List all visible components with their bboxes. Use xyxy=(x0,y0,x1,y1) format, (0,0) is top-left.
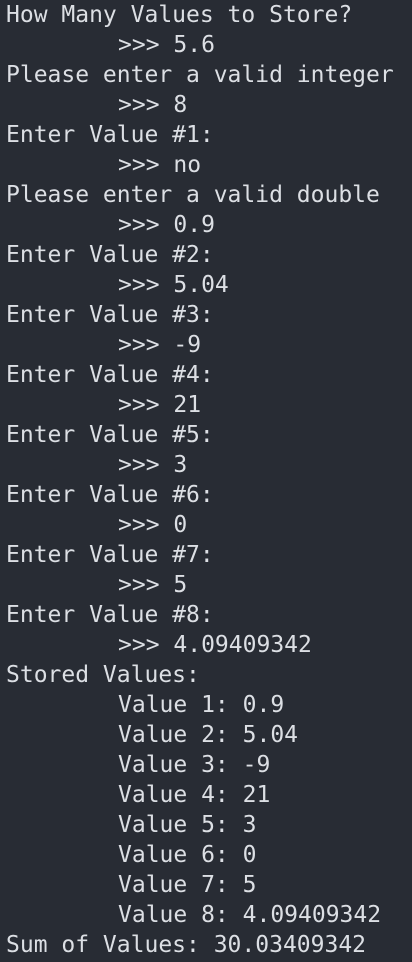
input-echo-line: >>> no xyxy=(0,150,412,180)
input-echo-line: >>> 5.6 xyxy=(0,30,412,60)
output-line: Enter Value #6: xyxy=(6,482,214,508)
input-echo-line: >>> 3 xyxy=(0,450,412,480)
output-line: How Many Values to Store? xyxy=(6,2,353,28)
prompt-marker: >>> xyxy=(118,512,174,538)
input-echo-line: >>> 5.04 xyxy=(0,270,412,300)
output-line: Please enter a valid double xyxy=(6,182,380,208)
user-input-value: 8 xyxy=(173,92,188,118)
prompt-marker: >>> xyxy=(118,212,174,238)
output-line: Enter Value #2: xyxy=(6,242,214,268)
input-echo-line: >>> -9 xyxy=(0,330,412,360)
user-input-value: no xyxy=(173,152,202,178)
stored-value-line: Value 1: 0.9 xyxy=(118,692,285,718)
output-line: Enter Value #7: xyxy=(6,542,214,568)
input-echo-line: >>> 8 xyxy=(0,90,412,120)
stored-value-line: Value 7: 5 xyxy=(118,872,257,898)
user-input-value: 21 xyxy=(173,392,202,418)
stored-value-line: Value 8: 4.09409342 xyxy=(118,902,382,928)
prompt-marker: >>> xyxy=(118,92,174,118)
user-input-value: 4.09409342 xyxy=(173,632,312,658)
input-echo-line: >>> 4.09409342 xyxy=(0,630,412,660)
prompt-marker: >>> xyxy=(118,272,174,298)
prompt-marker: >>> xyxy=(118,632,174,658)
output-line: Sum of Values: 30.03409342 xyxy=(6,932,367,958)
stored-value-line: Value 6: 0 xyxy=(118,842,257,868)
output-line: Enter Value #3: xyxy=(6,302,214,328)
stored-value-line: Value 3: -9 xyxy=(118,752,271,778)
user-input-value: 5.04 xyxy=(173,272,229,298)
input-echo-line: >>> 0 xyxy=(0,510,412,540)
input-echo-line: >>> 21 xyxy=(0,390,412,420)
prompt-marker: >>> xyxy=(118,392,174,418)
prompt-marker: >>> xyxy=(118,452,174,478)
user-input-value: 5.6 xyxy=(173,32,215,58)
output-line: Stored Values: xyxy=(6,662,200,688)
user-input-value: 5 xyxy=(173,572,188,598)
terminal-output[interactable]: How Many Values to Store? >>> 5.6 Please e… xyxy=(0,0,412,962)
user-input-value: 3 xyxy=(173,452,188,478)
output-line: Enter Value #8: xyxy=(6,602,214,628)
user-input-value: 0 xyxy=(173,512,188,538)
stored-value-line: Value 4: 21 xyxy=(118,782,271,808)
user-input-value: 0.9 xyxy=(173,212,215,238)
output-line: Enter Value #5: xyxy=(6,422,214,448)
output-line: Enter Value #1: xyxy=(6,122,214,148)
output-line: Enter Value #4: xyxy=(6,362,214,388)
user-input-value: -9 xyxy=(173,332,202,358)
output-line: Please enter a valid integer xyxy=(6,62,394,88)
stored-value-line: Value 5: 3 xyxy=(118,812,257,838)
prompt-marker: >>> xyxy=(118,32,174,58)
stored-value-line: Value 2: 5.04 xyxy=(118,722,299,748)
input-echo-line: >>> 5 xyxy=(0,570,412,600)
prompt-marker: >>> xyxy=(118,152,174,178)
prompt-marker: >>> xyxy=(118,572,174,598)
input-echo-line: >>> 0.9 xyxy=(0,210,412,240)
prompt-marker: >>> xyxy=(118,332,174,358)
